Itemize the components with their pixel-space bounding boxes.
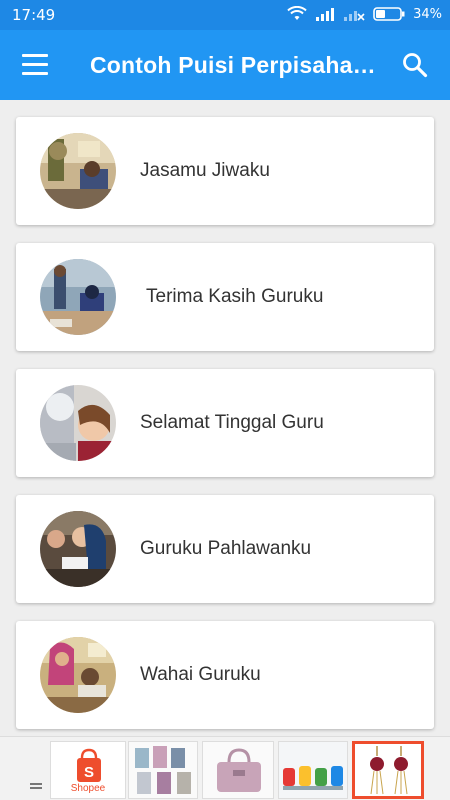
poem-thumbnail <box>40 511 116 587</box>
battery-percent: 34% <box>413 6 442 22</box>
ad-menu-icon <box>30 783 42 791</box>
wifi-icon <box>287 6 307 20</box>
menu-icon[interactable] <box>22 54 48 76</box>
poem-title: Terima Kasih Guruku <box>146 286 324 307</box>
poem-list: Jasamu Jiwaku Terima Kasih Guruku Selama… <box>0 100 450 736</box>
ad-product-tile[interactable] <box>202 741 274 799</box>
shopee-logo-tile[interactable]: S Shopee <box>50 741 126 799</box>
product-earrings-image <box>355 744 421 796</box>
poem-title: Guruku Pahlawanku <box>140 538 312 559</box>
product-toy-image <box>279 742 347 798</box>
poem-card[interactable]: Terima Kasih Guruku <box>16 243 434 351</box>
poem-title: Jasamu Jiwaku <box>140 160 270 181</box>
poem-thumbnail <box>40 133 116 209</box>
poem-card[interactable]: Wahai Guruku <box>16 621 434 729</box>
ad-product-tile[interactable] <box>128 741 198 799</box>
ad-product-tile-selected[interactable] <box>352 741 424 799</box>
product-handbag-image <box>203 742 273 798</box>
shopee-label: Shopee <box>70 783 106 794</box>
poem-card[interactable]: Selamat Tinggal Guru <box>16 369 434 477</box>
poem-title: Selamat Tinggal Guru <box>140 412 324 433</box>
status-bar: 17:49 34% <box>0 0 450 30</box>
app-title: Contoh Puisi Perpisahan Guru <box>90 52 380 78</box>
poem-thumbnail <box>40 385 116 461</box>
status-time: 17:49 <box>12 6 56 24</box>
poem-thumbnail <box>40 259 116 335</box>
shopee-bag-icon: S <box>77 748 101 782</box>
status-icons: 34% <box>287 6 442 22</box>
product-clothing-image <box>129 742 197 798</box>
signal-icon <box>316 8 335 21</box>
search-icon[interactable] <box>402 52 428 78</box>
app-bar: Contoh Puisi Perpisahan Guru <box>0 30 450 100</box>
ad-product-tile[interactable] <box>278 741 348 799</box>
poem-card[interactable]: Jasamu Jiwaku <box>16 117 434 225</box>
svg-text:S: S <box>84 764 94 781</box>
poem-card[interactable]: Guruku Pahlawanku <box>16 495 434 603</box>
battery-icon <box>373 7 405 21</box>
poem-title: Wahai Guruku <box>140 664 261 685</box>
signal-no-service-icon <box>344 11 365 21</box>
ad-banner: S Shopee <box>0 736 450 800</box>
poem-thumbnail <box>40 637 116 713</box>
